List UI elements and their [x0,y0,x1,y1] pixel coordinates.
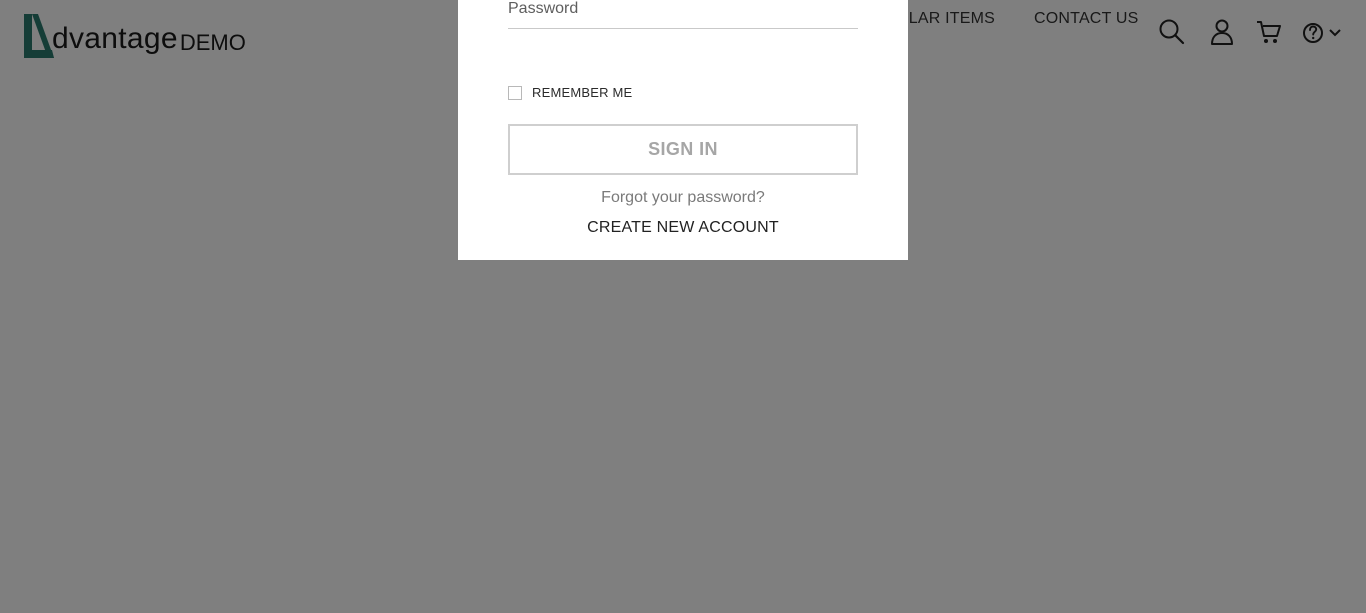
login-modal: Password REMEMBER ME SIGN IN Forgot your… [458,0,908,260]
sign-in-button[interactable]: SIGN IN [508,124,858,175]
remember-me-label[interactable]: REMEMBER ME [532,85,632,100]
remember-me-checkbox[interactable] [508,85,522,100]
password-field[interactable]: Password [508,0,858,29]
password-placeholder: Password [508,0,579,17]
forgot-password-link[interactable]: Forgot your password? [458,189,908,207]
remember-me-row[interactable]: REMEMBER ME [508,85,632,100]
create-account-link[interactable]: CREATE NEW ACCOUNT [458,219,908,237]
